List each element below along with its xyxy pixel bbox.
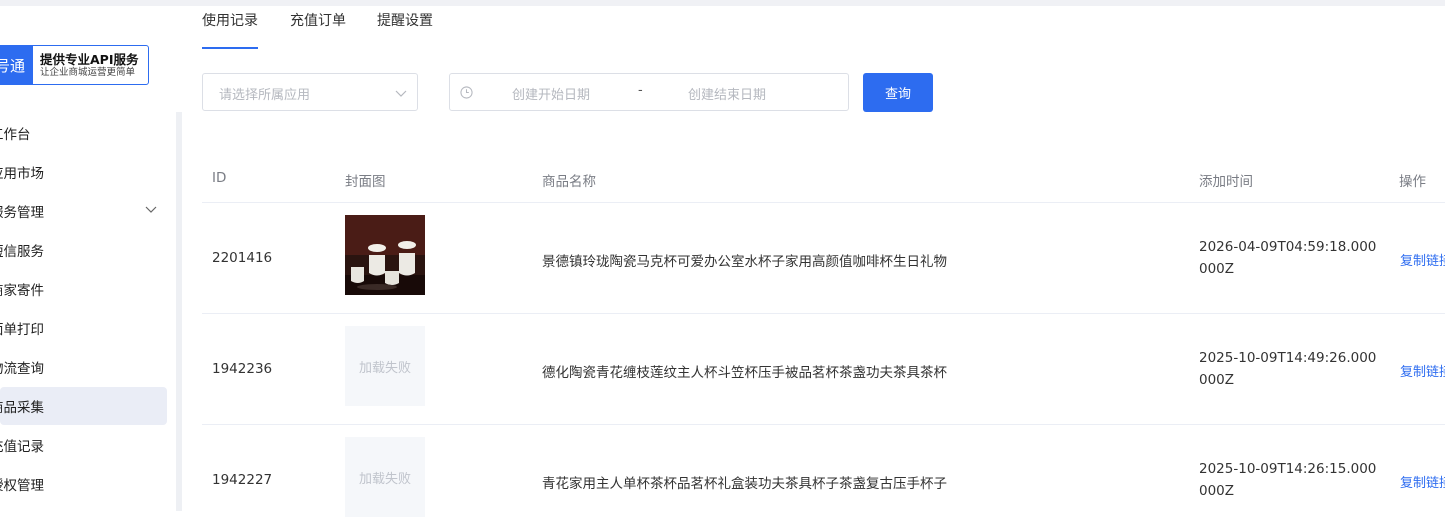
- end-date-input[interactable]: 创建结束日期: [688, 84, 766, 103]
- sidebar-item-sms-service[interactable]: 短信服务: [0, 230, 176, 269]
- column-header-product-name: 商品名称: [542, 174, 596, 190]
- brand-name: 号通: [0, 46, 33, 84]
- sidebar-item-service-management[interactable]: 服务管理: [0, 191, 176, 230]
- sidebar-item-label: 服务管理: [0, 204, 44, 221]
- header-divider: [202, 202, 1445, 203]
- top-bar: [0, 0, 1445, 6]
- column-header-added-time: 添加时间: [1199, 174, 1253, 190]
- tab-usage-records[interactable]: 使用记录: [202, 10, 258, 30]
- copy-link-button[interactable]: 复制链接: [1400, 361, 1445, 380]
- product-name: 德化陶瓷青花缠枝莲纹主人杯斗笠杯压手被品茗杯茶盏功夫茶具茶杯: [542, 365, 947, 381]
- product-name: 景德镇玲珑陶瓷马克杯可爱办公室水杯子家用高颜值咖啡杯生日礼物: [542, 254, 947, 270]
- tab-recharge-orders[interactable]: 充值订单: [290, 10, 346, 30]
- sidebar-item-label: 授权管理: [0, 477, 44, 494]
- added-time: 2026-04-09T04:59:18.000000Z: [1199, 239, 1377, 277]
- sidebar-item-workbench[interactable]: 工作台: [0, 113, 176, 152]
- date-range-picker[interactable]: 创建开始日期 - 创建结束日期: [449, 73, 849, 111]
- tab-reminder-settings[interactable]: 提醒设置: [377, 10, 433, 30]
- image-load-failed: 加载失败: [345, 437, 425, 517]
- start-date-input[interactable]: 创建开始日期: [512, 84, 590, 103]
- sidebar-item-label: 工作台: [0, 126, 31, 143]
- sidebar-item-product-collection[interactable]: 商品采集: [0, 386, 176, 425]
- product-cover-image: [345, 215, 425, 295]
- sidebar-item-app-market[interactable]: 应用市场: [0, 152, 176, 191]
- sidebar-scrollbar-track: [176, 112, 182, 511]
- column-header-cover: 封面图: [345, 174, 386, 190]
- app-select-placeholder: 请选择所属应用: [219, 88, 311, 103]
- clock-icon: [460, 86, 473, 99]
- sidebar: 号通 提供专业API服务 让企业商城运营更简单 工作台 应用市场 服务管理 短信…: [0, 6, 182, 511]
- sidebar-item-label: 短信服务: [0, 243, 44, 260]
- sidebar-item-recharge-records[interactable]: 充值记录: [0, 425, 176, 464]
- sidebar-item-label: 充值记录: [0, 438, 44, 455]
- app-select[interactable]: 请选择所属应用: [202, 73, 418, 111]
- chevron-down-icon: [395, 90, 407, 97]
- row-id: 1942236: [212, 361, 273, 377]
- row-divider: [202, 424, 1445, 425]
- row-id: 1942227: [212, 472, 273, 488]
- added-time: 2025-10-09T14:26:15.000000Z: [1199, 461, 1377, 499]
- column-header-id: ID: [212, 170, 227, 186]
- image-load-failed: 加载失败: [345, 326, 425, 406]
- row-divider: [202, 313, 1445, 314]
- brand-subtitle: 让企业商城运营更简单: [40, 66, 136, 78]
- active-tab-indicator: [202, 47, 258, 49]
- sidebar-item-label: 商品采集: [0, 399, 44, 416]
- row-id: 2201416: [212, 250, 273, 266]
- sidebar-item-logistics-query[interactable]: 物流查询: [0, 347, 176, 386]
- copy-link-button[interactable]: 复制链接: [1400, 472, 1445, 491]
- sidebar-menu: 工作台 应用市场 服务管理 短信服务 商家寄件 面单打印 物流查询 商品采集 充…: [0, 113, 176, 503]
- brand-logo[interactable]: 号通 提供专业API服务 让企业商城运营更简单: [0, 45, 149, 85]
- query-button[interactable]: 查询: [863, 73, 933, 112]
- sidebar-item-label: 面单打印: [0, 321, 44, 338]
- added-time: 2025-10-09T14:49:26.000000Z: [1199, 350, 1377, 388]
- sidebar-item-authorization[interactable]: 授权管理: [0, 464, 176, 503]
- date-separator: -: [638, 83, 643, 98]
- product-name: 青花家用主人单杯茶杯品茗杯礼盒装功夫茶具杯子茶盏复古压手杯子: [542, 476, 947, 492]
- chevron-down-icon: [145, 206, 157, 213]
- sidebar-item-waybill-printing[interactable]: 面单打印: [0, 308, 176, 347]
- sidebar-item-label: 物流查询: [0, 360, 44, 377]
- sidebar-item-label: 应用市场: [0, 165, 44, 182]
- column-header-action: 操作: [1399, 174, 1426, 190]
- copy-link-button[interactable]: 复制链接: [1400, 250, 1445, 269]
- sidebar-item-label: 商家寄件: [0, 282, 44, 299]
- brand-title: 提供专业API服务: [40, 51, 139, 67]
- sidebar-item-merchant-shipping[interactable]: 商家寄件: [0, 269, 176, 308]
